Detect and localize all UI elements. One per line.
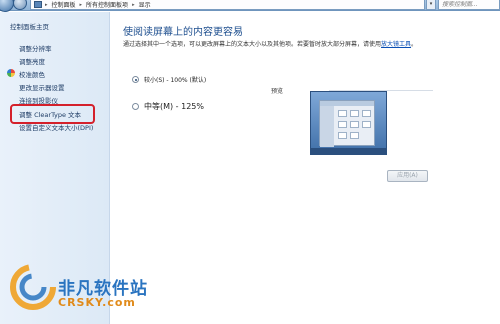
breadcrumb-separator: ▸ xyxy=(45,1,48,8)
breadcrumb-display[interactable]: 显示 xyxy=(139,0,151,9)
breadcrumb-control-panel[interactable]: 控制面板 xyxy=(52,0,76,9)
preview-taskbar xyxy=(311,148,386,154)
description-end: 。 xyxy=(411,41,418,48)
address-bar[interactable]: ▸ 控制面板 ▸ 所有控制面板项 ▸ 显示 xyxy=(30,0,425,10)
forward-button[interactable] xyxy=(13,0,27,10)
crsky-logo-icon xyxy=(10,264,56,310)
preview-icon xyxy=(338,121,347,128)
color-wheel-icon xyxy=(7,69,15,77)
preview-icon xyxy=(338,132,347,139)
option-medium-label: 中等(M) - 125% xyxy=(144,102,204,111)
preview-icon xyxy=(362,121,371,128)
preview-sidebar xyxy=(320,106,334,147)
breadcrumb-separator: ▸ xyxy=(132,1,135,8)
sidebar-item-calibrate-color[interactable]: 校准颜色 xyxy=(19,69,45,79)
sidebar-item-home[interactable]: 控制面板主页 xyxy=(10,21,49,31)
description-text: 通过选择其中一个选项，可以更改屏幕上的文本大小以及其他项。若要暂时放大部分屏幕，… xyxy=(123,41,382,48)
preview-icon xyxy=(350,132,359,139)
option-medium[interactable]: 中等(M) - 125% xyxy=(132,101,204,112)
control-panel-icon xyxy=(34,1,42,8)
magnifier-link[interactable]: 放大镜工具 xyxy=(381,41,411,48)
option-smaller-label: 较小(S) - 100% (默认) xyxy=(144,77,207,84)
address-dropdown-button[interactable]: ▾ xyxy=(426,0,436,10)
preview-icon xyxy=(362,110,371,117)
cleartype-highlight-box xyxy=(10,104,95,124)
title-bar: ▸ 控制面板 ▸ 所有控制面板项 ▸ 显示 ▾ 搜索控制面... xyxy=(0,0,500,12)
preview-window xyxy=(319,100,375,147)
preview-icon xyxy=(350,110,359,117)
option-smaller[interactable]: 较小(S) - 100% (默认) xyxy=(132,75,206,84)
radio-smaller[interactable] xyxy=(132,76,139,83)
search-input[interactable]: 搜索控制面... xyxy=(438,0,500,10)
page-title: 使阅读屏幕上的内容更容易 xyxy=(123,27,243,38)
breadcrumb-separator: ▸ xyxy=(79,1,83,8)
preview-label: 预览 xyxy=(271,88,284,95)
apply-button[interactable]: 应用(A) xyxy=(387,170,428,182)
sidebar-item-brightness[interactable]: 调整亮度 xyxy=(19,56,45,66)
watermark-url: CRSKY.com xyxy=(58,296,136,309)
back-button[interactable] xyxy=(0,0,14,12)
radio-medium[interactable] xyxy=(132,103,139,110)
preview-icon xyxy=(350,121,359,128)
preview-image xyxy=(310,91,387,155)
sidebar-item-display-settings[interactable]: 更改显示器设置 xyxy=(19,82,65,92)
page-description: 通过选择其中一个选项，可以更改屏幕上的文本大小以及其他项。若要暂时放大部分屏幕，… xyxy=(123,40,463,49)
preview-icon xyxy=(338,110,347,117)
sidebar-item-resolution[interactable]: 调整分辨率 xyxy=(19,43,52,53)
breadcrumb-all-items[interactable]: 所有控制面板项 xyxy=(86,0,128,9)
main-panel: 使阅读屏幕上的内容更容易 通过选择其中一个选项，可以更改屏幕上的文本大小以及其他… xyxy=(111,12,500,324)
